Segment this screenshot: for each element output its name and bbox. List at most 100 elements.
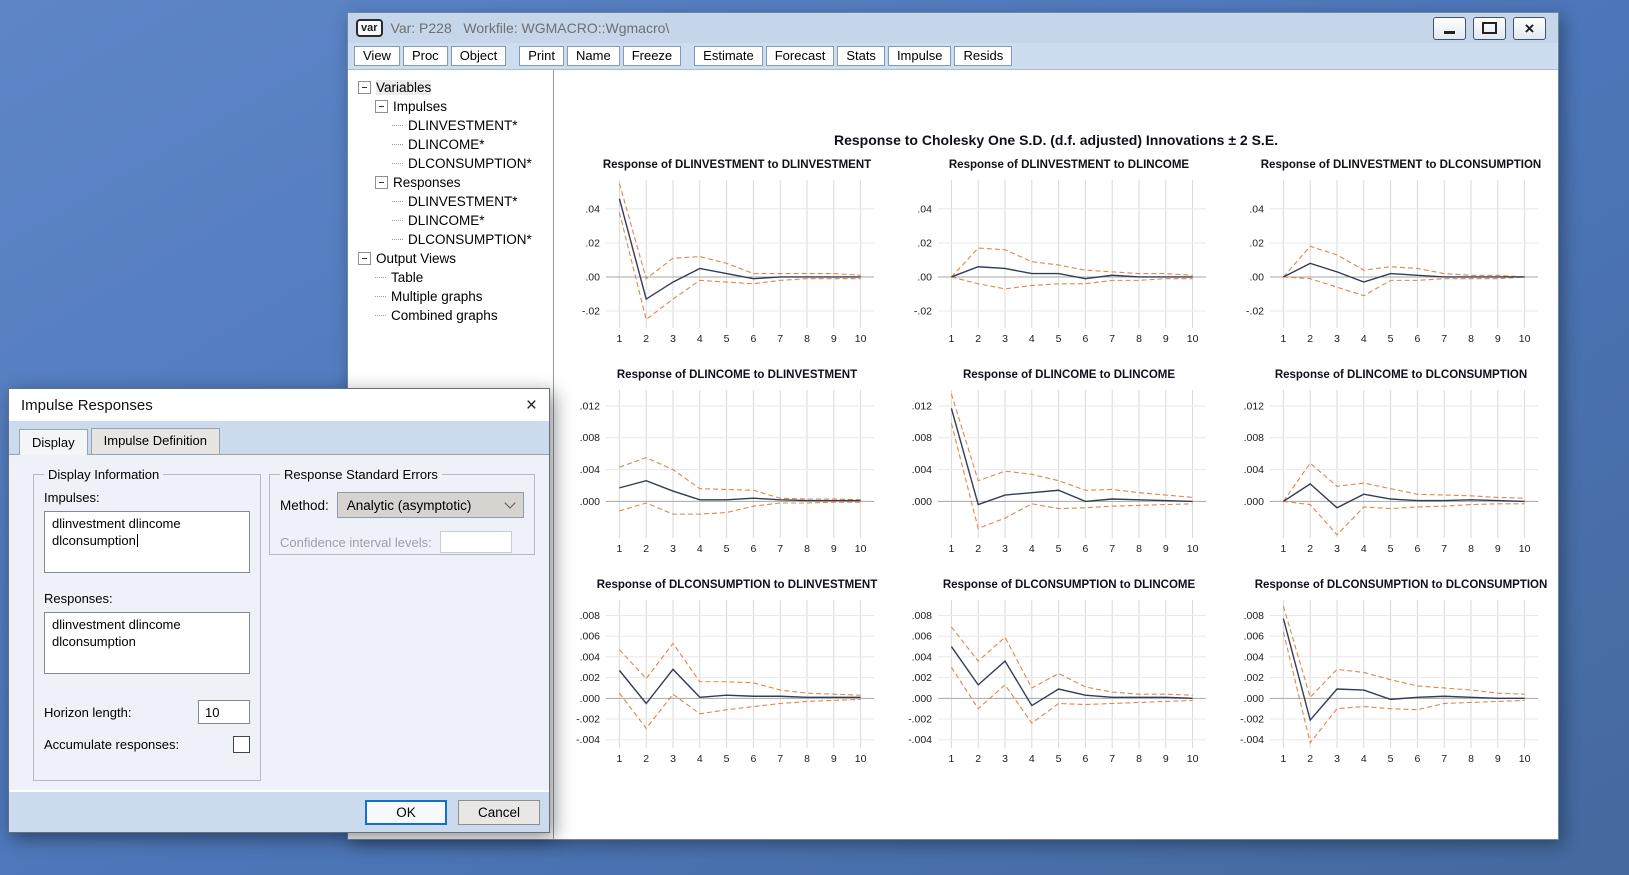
response-standard-errors-group: Response Standard Errors Method: Analyti…	[269, 467, 535, 555]
svg-text:10: 10	[855, 333, 867, 345]
impulse-response-chart-1: Response of DLINVESTMENT to DLINVESTMENT…	[560, 159, 888, 355]
svg-text:5: 5	[1388, 543, 1394, 555]
svg-text:3: 3	[1334, 543, 1340, 555]
impulses-input[interactable]: dlinvestment dlincome dlconsumption	[44, 511, 250, 573]
toolbar-button-stats[interactable]: Stats	[837, 46, 885, 66]
chart-title: Response of DLINVESTMENT to DLCONSUMPTIO…	[1224, 159, 1552, 171]
tree-item-label: DLINVESTMENT*	[408, 194, 518, 209]
svg-text:1: 1	[948, 333, 954, 345]
svg-text:10: 10	[1187, 753, 1199, 765]
svg-text:1: 1	[616, 543, 622, 555]
svg-text:-.002: -.002	[1240, 714, 1264, 726]
tab-display[interactable]: Display	[19, 429, 88, 455]
method-dropdown[interactable]: Analytic (asymptotic)	[337, 492, 524, 518]
tree-item-dlinvestment[interactable]: DLINVESTMENT*	[354, 192, 553, 211]
horizon-length-input[interactable]	[198, 700, 250, 724]
tree-connector	[375, 315, 386, 316]
tree-item-table[interactable]: Table	[354, 268, 553, 287]
svg-text:.000: .000	[580, 693, 601, 705]
tree-item-dlincome[interactable]: DLINCOME*	[354, 211, 553, 230]
svg-text:5: 5	[1056, 753, 1062, 765]
impulse-response-chart-3: Response of DLINVESTMENT to DLCONSUMPTIO…	[1224, 159, 1552, 355]
tree-item-label: DLCONSUMPTION*	[408, 232, 532, 247]
toolbar-button-freeze[interactable]: Freeze	[623, 46, 681, 66]
response-line	[1283, 484, 1524, 508]
svg-text:7: 7	[1109, 333, 1115, 345]
tree-item-combined-graphs[interactable]: Combined graphs	[354, 306, 553, 325]
svg-text:5: 5	[1056, 543, 1062, 555]
tree-item-dlinvestment[interactable]: DLINVESTMENT*	[354, 116, 553, 135]
collapse-icon[interactable]	[358, 81, 371, 94]
svg-text:.04: .04	[917, 203, 932, 215]
upper-band-line	[951, 394, 1192, 497]
svg-text:6: 6	[1082, 543, 1088, 555]
svg-text:5: 5	[1056, 333, 1062, 345]
response-line	[619, 199, 860, 299]
collapse-icon[interactable]	[375, 176, 388, 189]
svg-text:8: 8	[804, 333, 810, 345]
svg-text:6: 6	[750, 333, 756, 345]
tree-item-responses[interactable]: Responses	[354, 173, 553, 192]
dialog-close-icon[interactable]: ×	[511, 396, 537, 415]
tree-item-dlconsumption[interactable]: DLCONSUMPTION*	[354, 154, 553, 173]
impulses-label: Impulses:	[44, 490, 250, 505]
ok-button[interactable]: OK	[365, 800, 447, 825]
accumulate-responses-checkbox[interactable]	[233, 736, 250, 753]
svg-text:-.02: -.02	[914, 305, 932, 317]
svg-text:6: 6	[1082, 333, 1088, 345]
svg-text:5: 5	[724, 753, 730, 765]
toolbar-button-print[interactable]: Print	[519, 46, 564, 66]
toolbar-button-name[interactable]: Name	[567, 46, 620, 66]
tree-item-multiple-graphs[interactable]: Multiple graphs	[354, 287, 553, 306]
maximize-button[interactable]	[1473, 17, 1506, 40]
toolbar-button-estimate[interactable]: Estimate	[694, 46, 763, 66]
close-icon: ×	[1525, 20, 1535, 37]
tab-impulse-definition[interactable]: Impulse Definition	[91, 428, 220, 454]
svg-text:3: 3	[1002, 543, 1008, 555]
toolbar-button-forecast[interactable]: Forecast	[766, 46, 835, 66]
response-line	[619, 481, 860, 501]
chart-title: Response of DLINVESTMENT to DLINCOME	[892, 159, 1220, 171]
display-information-legend: Display Information	[44, 467, 163, 482]
svg-text:2: 2	[643, 543, 649, 555]
svg-text:10: 10	[855, 543, 867, 555]
lower-band-line	[619, 212, 860, 319]
svg-text:9: 9	[1495, 333, 1501, 345]
svg-text:4: 4	[1361, 753, 1367, 765]
collapse-icon[interactable]	[358, 252, 371, 265]
svg-text:3: 3	[1334, 753, 1340, 765]
upper-band-line	[951, 627, 1192, 695]
collapse-icon[interactable]	[375, 100, 388, 113]
toolbar-button-impulse[interactable]: Impulse	[888, 46, 952, 66]
tree-item-variables[interactable]: Variables	[354, 78, 553, 97]
tree-item-label: DLCONSUMPTION*	[408, 156, 532, 171]
svg-text:3: 3	[1334, 333, 1340, 345]
impulse-response-chart-7: Response of DLCONSUMPTION to DLINVESTMEN…	[560, 579, 888, 775]
cancel-button[interactable]: Cancel	[458, 800, 540, 825]
svg-text:.008: .008	[1244, 432, 1265, 444]
impulse-response-chart-5: Response of DLINCOME to DLINCOME12345678…	[892, 369, 1220, 565]
svg-text:.002: .002	[580, 672, 601, 684]
svg-text:9: 9	[1163, 333, 1169, 345]
responses-input[interactable]: dlinvestment dlincome dlconsumption	[44, 612, 250, 674]
window-titlebar[interactable]: var Var: P228 Workfile: WGMACRO::Wgmacro…	[348, 13, 1558, 43]
svg-text:3: 3	[1002, 333, 1008, 345]
svg-text:9: 9	[1163, 543, 1169, 555]
tree-item-dlconsumption[interactable]: DLCONSUMPTION*	[354, 230, 553, 249]
svg-text:.000: .000	[1244, 496, 1265, 508]
svg-text:.002: .002	[912, 672, 933, 684]
tree-item-impulses[interactable]: Impulses	[354, 97, 553, 116]
toolbar-button-view[interactable]: View	[354, 46, 400, 66]
minimize-button[interactable]	[1433, 17, 1466, 40]
tree-item-output-views[interactable]: Output Views	[354, 249, 553, 268]
svg-text:9: 9	[1163, 753, 1169, 765]
svg-text:3: 3	[670, 543, 676, 555]
toolbar-button-proc[interactable]: Proc	[403, 46, 448, 66]
dialog-titlebar[interactable]: Impulse Responses ×	[9, 389, 549, 421]
tree-item-label: DLINCOME*	[408, 213, 485, 228]
toolbar-button-object[interactable]: Object	[451, 46, 507, 66]
method-label: Method:	[280, 498, 329, 513]
toolbar-button-resids[interactable]: Resids	[954, 46, 1012, 66]
tree-item-dlincome[interactable]: DLINCOME*	[354, 135, 553, 154]
close-button[interactable]: ×	[1513, 17, 1546, 40]
